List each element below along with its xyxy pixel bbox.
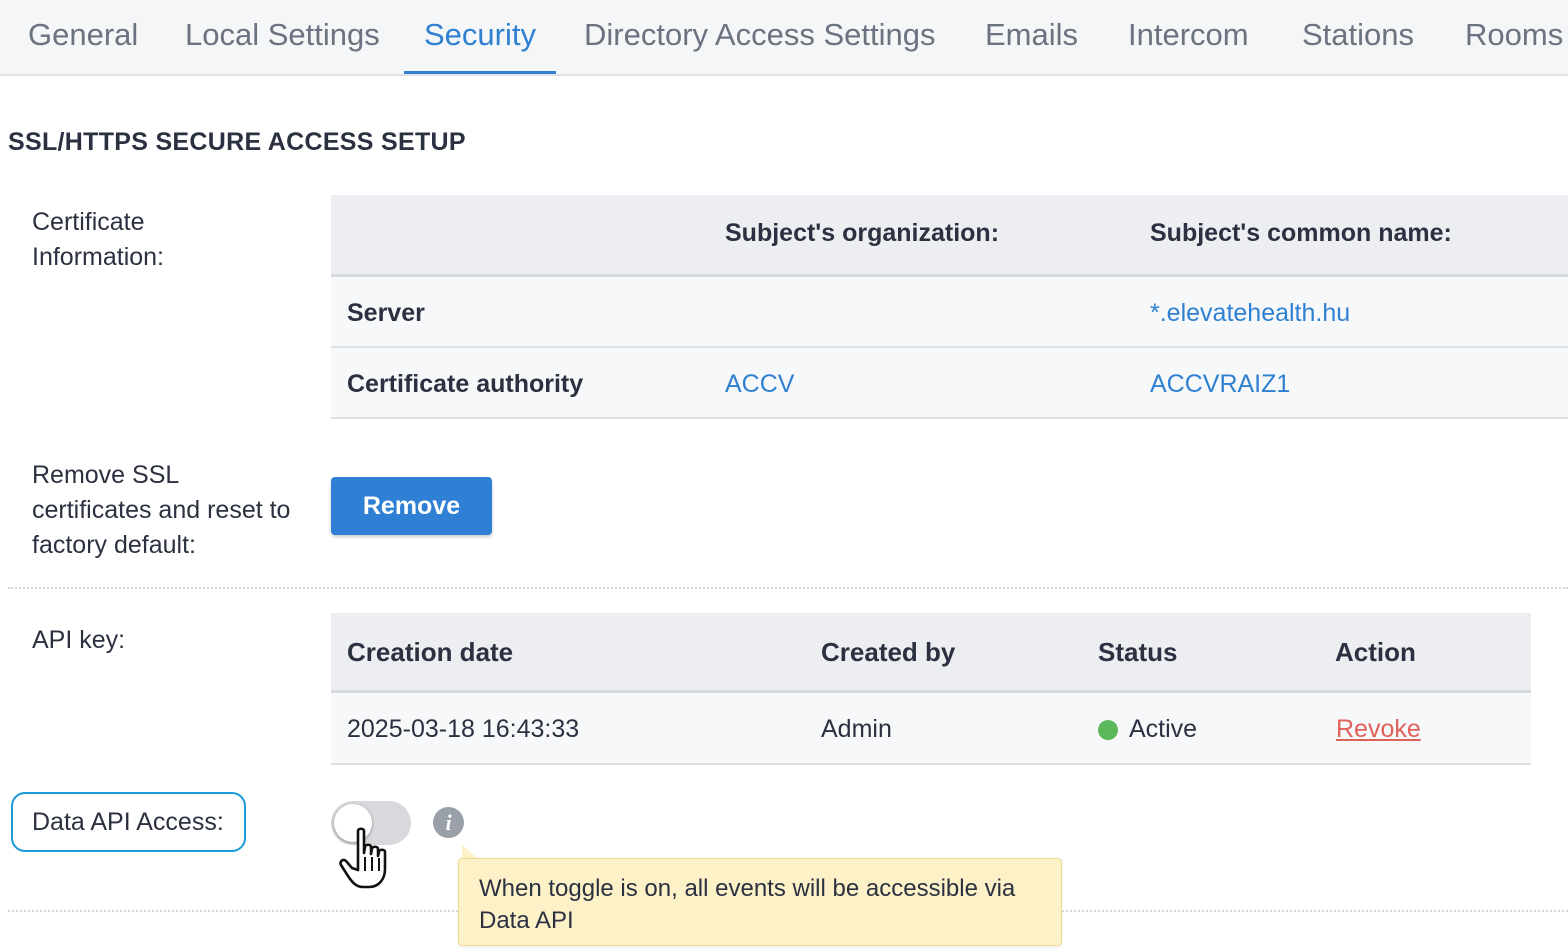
- active-tab-indicator: [404, 71, 556, 74]
- header-subject-common-name: Subject's common name:: [1150, 219, 1452, 247]
- certificate-info-label: Certificate Information:: [32, 208, 165, 271]
- certificate-table-header: Subject's organization: Subject's common…: [331, 195, 1568, 277]
- tooltip-arrow: [462, 845, 478, 859]
- divider: [1062, 910, 1568, 912]
- hand-pointer-cursor-icon: [339, 827, 387, 889]
- row-common-name[interactable]: *.elevatehealth.hu: [1150, 299, 1350, 328]
- api-key-table-header: Creation date Created by Status Action: [331, 613, 1531, 693]
- data-api-tooltip: When toggle is on, all events will be ac…: [458, 858, 1062, 946]
- creation-date: 2025-03-18 16:43:33: [347, 715, 580, 743]
- revoke-link[interactable]: Revoke: [1336, 715, 1421, 744]
- remove-ssl-label: Remove SSL certificates and reset to fac…: [32, 461, 291, 559]
- settings-tab-bar: General Local Settings Security Director…: [0, 0, 1568, 76]
- row-common-name[interactable]: ACCVRAIZ1: [1150, 370, 1290, 399]
- row-organization[interactable]: ACCV: [725, 370, 794, 399]
- header-action: Action: [1335, 637, 1416, 667]
- status-text: Active: [1129, 715, 1198, 743]
- header-creation-date: Creation date: [347, 637, 514, 667]
- tab-stations[interactable]: Stations: [1302, 0, 1414, 74]
- certificate-table: Subject's organization: Subject's common…: [331, 195, 1568, 419]
- tab-local-settings[interactable]: Local Settings: [185, 0, 380, 74]
- api-key-table: Creation date Created by Status Action 2…: [331, 613, 1531, 765]
- tab-security[interactable]: Security: [424, 0, 536, 74]
- table-row: Server *.elevatehealth.hu: [331, 277, 1568, 348]
- status-dot-icon: [1098, 720, 1118, 740]
- header-status: Status: [1098, 637, 1178, 667]
- api-key-label: API key:: [32, 626, 126, 654]
- table-row: Certificate authority ACCV ACCVRAIZ1: [331, 348, 1568, 419]
- tab-directory-access-settings[interactable]: Directory Access Settings: [584, 0, 935, 74]
- header-created-by: Created by: [821, 637, 956, 667]
- row-name: Certificate authority: [347, 370, 584, 398]
- tab-intercom[interactable]: Intercom: [1128, 0, 1249, 74]
- created-by: Admin: [821, 715, 892, 743]
- row-name: Server: [347, 299, 425, 327]
- remove-button[interactable]: Remove: [331, 477, 492, 535]
- divider: [8, 910, 458, 912]
- divider: [8, 587, 1568, 589]
- info-icon[interactable]: i: [433, 807, 464, 838]
- tab-rooms[interactable]: Rooms: [1465, 0, 1563, 74]
- tab-emails[interactable]: Emails: [985, 0, 1078, 74]
- section-title: SSL/HTTPS SECURE ACCESS SETUP: [8, 128, 466, 156]
- tab-general[interactable]: General: [28, 0, 138, 74]
- header-subject-organization: Subject's organization:: [725, 219, 1000, 247]
- data-api-access-label: Data API Access:: [11, 792, 246, 852]
- table-row: 2025-03-18 16:43:33 Admin Active Revoke: [331, 693, 1531, 765]
